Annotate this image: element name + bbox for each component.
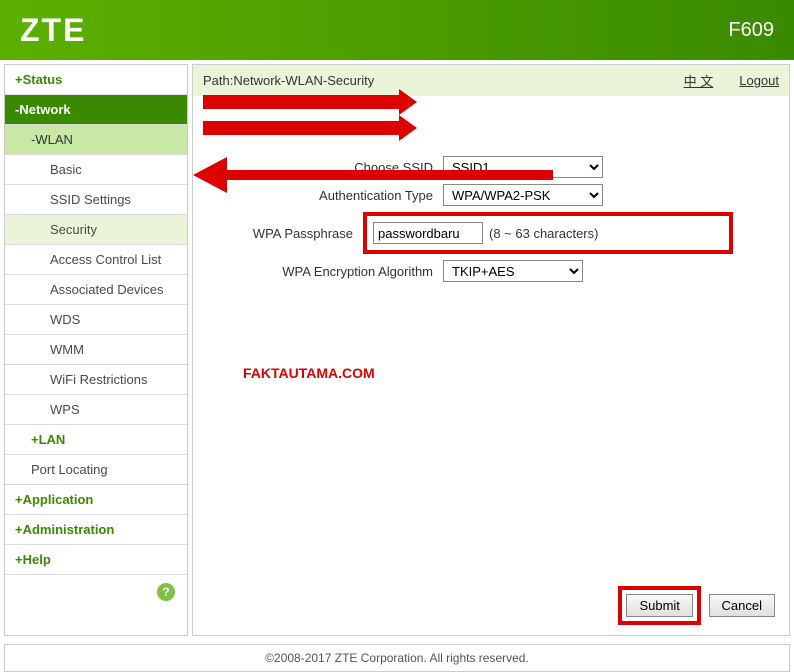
content-panel: Path:Network-WLAN-Security 中 文 Logout Ch… (192, 64, 790, 636)
breadcrumb-path: Path:Network-WLAN-Security (203, 73, 658, 88)
nav-help[interactable]: +Help (5, 545, 187, 575)
nav-administration[interactable]: +Administration (5, 515, 187, 545)
nav-wlan[interactable]: -WLAN (5, 125, 187, 155)
breadcrumb-bar: Path:Network-WLAN-Security 中 文 Logout (193, 65, 789, 96)
nav-acl[interactable]: Access Control List (5, 245, 187, 275)
model-label: F609 (728, 19, 774, 42)
sidebar: +Status -Network -WLAN Basic SSID Settin… (4, 64, 188, 636)
button-row: Submit Cancel (618, 586, 775, 625)
nav-security[interactable]: Security (5, 215, 187, 245)
nav-lan[interactable]: +LAN (5, 425, 187, 455)
enc-algo-select[interactable]: TKIP+AES (443, 260, 583, 282)
logout-link[interactable]: Logout (739, 73, 779, 88)
annotation-arrow (203, 95, 403, 109)
help-icon[interactable]: ? (157, 583, 175, 601)
nav-application[interactable]: +Application (5, 485, 187, 515)
wpa-passphrase-label: WPA Passphrase (223, 226, 363, 241)
wpa-passphrase-input[interactable] (373, 222, 483, 244)
footer-copyright: ©2008-2017 ZTE Corporation. All rights r… (4, 644, 790, 672)
brand-logo: ZTE (20, 12, 86, 49)
submit-highlight-box: Submit (618, 586, 700, 625)
nav-network[interactable]: -Network (5, 95, 187, 125)
nav-wifi-restrictions[interactable]: WiFi Restrictions (5, 365, 187, 395)
annotation-arrow (203, 121, 403, 135)
nav-status[interactable]: +Status (5, 65, 187, 95)
auth-type-select[interactable]: WPA/WPA2-PSK (443, 184, 603, 206)
language-link[interactable]: 中 文 (684, 71, 714, 90)
nav-wds[interactable]: WDS (5, 305, 187, 335)
auth-type-label: Authentication Type (223, 188, 443, 203)
passphrase-highlight-box: (8 ~ 63 characters) (363, 212, 733, 254)
nav-associated-devices[interactable]: Associated Devices (5, 275, 187, 305)
nav-wps[interactable]: WPS (5, 395, 187, 425)
passphrase-hint: (8 ~ 63 characters) (489, 226, 598, 241)
header-bar: ZTE F609 (0, 0, 794, 60)
nav-port-locating[interactable]: Port Locating (5, 455, 187, 485)
annotation-arrow (223, 170, 553, 180)
watermark-text: FAKTAUTAMA.COM (243, 365, 375, 381)
nav-wmm[interactable]: WMM (5, 335, 187, 365)
nav-basic[interactable]: Basic (5, 155, 187, 185)
nav-ssid-settings[interactable]: SSID Settings (5, 185, 187, 215)
enc-algo-label: WPA Encryption Algorithm (223, 264, 443, 279)
submit-button[interactable]: Submit (626, 594, 692, 617)
cancel-button[interactable]: Cancel (709, 594, 775, 617)
annotation-arrow-head (193, 157, 227, 193)
